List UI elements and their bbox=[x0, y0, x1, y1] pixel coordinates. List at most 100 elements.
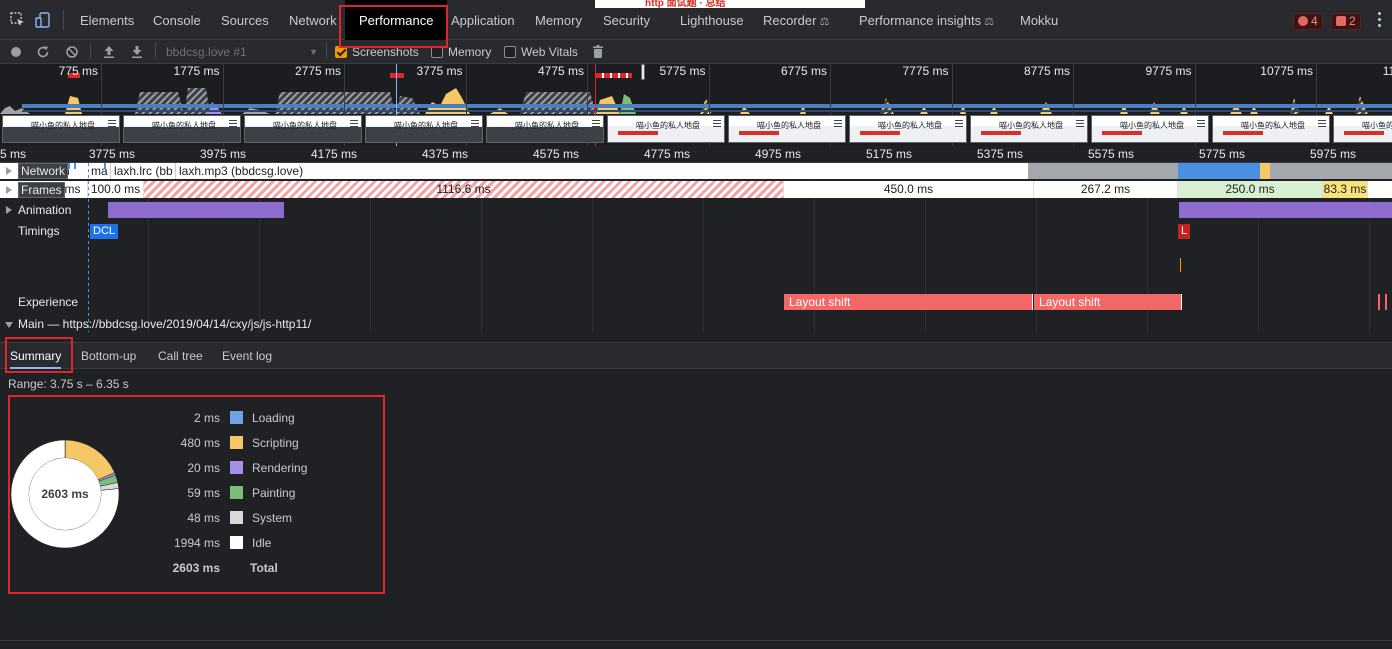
inspect-element-icon[interactable] bbox=[10, 12, 26, 28]
network-overview-strip bbox=[22, 110, 1392, 112]
tab-mokku[interactable]: Mokku bbox=[1020, 0, 1058, 40]
screenshot-thumbnail[interactable]: 喵小鱼的私人地盘 bbox=[970, 115, 1088, 143]
save-profile-icon[interactable] bbox=[130, 43, 144, 65]
screenshots-checkbox[interactable]: Screenshots bbox=[335, 45, 419, 60]
tab-memory[interactable]: Memory bbox=[535, 0, 582, 40]
issue-count: 2 bbox=[1349, 14, 1356, 28]
screenshot-thumbnail[interactable]: 喵小鱼的私人地盘 bbox=[2, 115, 120, 143]
tab-sources[interactable]: Sources bbox=[221, 0, 269, 40]
overview-tick-label: 1775 ms bbox=[173, 64, 220, 78]
error-count-badge[interactable]: 4 bbox=[1293, 13, 1323, 30]
screenshot-thumbnail[interactable]: 喵小鱼的私人地盘 bbox=[244, 115, 362, 143]
frame[interactable]: 250.0 ms bbox=[1178, 181, 1323, 198]
frames-track-header[interactable]: Frames bbox=[0, 182, 65, 198]
network-request[interactable]: laxh.lrc (bb bbox=[110, 163, 174, 179]
tab-call-tree[interactable]: Call tree bbox=[158, 343, 203, 369]
frame[interactable]: 100.0 ms bbox=[88, 181, 144, 198]
screenshot-thumbnail[interactable]: 喵小鱼的私人地盘 bbox=[849, 115, 967, 143]
summary-row-total: 2603 ms Total bbox=[160, 559, 390, 577]
frame[interactable]: 267.2 ms bbox=[1034, 181, 1178, 198]
flame-chart[interactable]: 5 ms 3775 ms 3975 ms 4175 ms 4375 ms 4575 ms 4… bbox=[0, 146, 1392, 332]
garbage-collect-icon[interactable] bbox=[591, 43, 605, 65]
load-profile-icon[interactable] bbox=[102, 43, 116, 65]
tab-bottom-up[interactable]: Bottom-up bbox=[81, 343, 136, 369]
network-track-row[interactable]: n ma laxh.lrc (bb laxh.mp3 (bbdcsg.love) bbox=[0, 163, 1392, 179]
summary-value: 48 ms bbox=[187, 511, 220, 525]
network-track-header[interactable]: Network bbox=[0, 163, 69, 179]
checkbox-icon bbox=[504, 46, 516, 58]
screenshot-thumbnail[interactable]: 喵小鱼的私人地盘 bbox=[607, 115, 725, 143]
category-swatch bbox=[230, 536, 243, 549]
network-request[interactable] bbox=[1270, 163, 1392, 179]
screenshot-thumbnail[interactable]: 喵小鱼的私人地盘 bbox=[1212, 115, 1330, 143]
menu-icon bbox=[592, 120, 600, 127]
tab-network[interactable]: Network bbox=[289, 0, 337, 40]
layout-shift-event[interactable] bbox=[1378, 294, 1380, 310]
tab-performance[interactable]: Performance bbox=[345, 0, 448, 40]
screenshot-thumbnail[interactable]: 喵小鱼的私人地盘 bbox=[728, 115, 846, 143]
summary-value: 2 ms bbox=[193, 411, 220, 425]
summary-total-label: Total bbox=[250, 561, 278, 575]
clear-icon[interactable] bbox=[65, 43, 79, 65]
load-marker[interactable]: L bbox=[1178, 224, 1191, 239]
frame-duration: 83.3 ms bbox=[1323, 182, 1367, 196]
memory-checkbox[interactable]: Memory bbox=[431, 45, 491, 60]
issue-count-badge[interactable]: 2 bbox=[1331, 13, 1361, 30]
screenshot-thumbnail[interactable]: 喵小鱼的私人地盘 bbox=[486, 115, 604, 143]
overview-tick-label: 11775 ms bbox=[1382, 64, 1392, 78]
reload-profile-icon[interactable] bbox=[36, 43, 50, 65]
network-request-label: laxh.mp3 (bbdcsg.love) bbox=[179, 164, 304, 178]
ruler-tick-label: 4975 ms bbox=[755, 147, 802, 161]
screenshot-thumbnail[interactable]: 喵小鱼的私人地盘 bbox=[123, 115, 241, 143]
network-request[interactable]: laxh.mp3 (bbdcsg.love) bbox=[175, 163, 1028, 179]
network-request[interactable] bbox=[1260, 163, 1270, 179]
main-thread-track-header[interactable]: Main — https://bbdcsg.love/2019/04/14/cx… bbox=[0, 316, 311, 332]
issue-icon bbox=[1336, 16, 1346, 26]
tab-performance-insights[interactable]: Performance insights ⚖ bbox=[859, 0, 994, 40]
frames-track-row[interactable]: ms 100.0 ms 1116.6 ms 450.0 ms 267.2 ms … bbox=[0, 181, 1392, 198]
tab-event-log[interactable]: Event log bbox=[222, 343, 272, 369]
network-request[interactable]: ma bbox=[88, 163, 110, 179]
frame-duration: 100.0 ms bbox=[90, 182, 141, 196]
network-request[interactable] bbox=[1178, 163, 1260, 179]
tab-application[interactable]: Application bbox=[451, 0, 515, 40]
summary-value: 1994 ms bbox=[173, 536, 220, 550]
menu-icon bbox=[713, 120, 721, 127]
frame-dropped[interactable]: 1116.6 ms bbox=[144, 181, 784, 198]
tab-console[interactable]: Console bbox=[153, 0, 201, 40]
screenshot-thumbnail[interactable]: 喵小鱼的私人地盘 bbox=[1333, 115, 1392, 143]
tab-summary[interactable]: Summary bbox=[10, 343, 62, 369]
layout-shift-event[interactable] bbox=[1385, 294, 1387, 310]
summary-row-system: 48 ms System bbox=[160, 509, 390, 527]
tab-performance-insights-label: Performance insights bbox=[859, 13, 982, 28]
summary-value: 480 ms bbox=[180, 436, 220, 450]
screenshot-thumbnail[interactable]: 喵小鱼的私人地盘 bbox=[1091, 115, 1209, 143]
animation-track-header[interactable]: Animation bbox=[0, 202, 71, 218]
record-icon[interactable] bbox=[9, 43, 23, 65]
recording-select[interactable]: bbdcsg.love #1 ▼ bbox=[166, 45, 318, 60]
animation-event[interactable] bbox=[1179, 202, 1392, 218]
summary-row-scripting: 480 ms Scripting bbox=[160, 434, 390, 452]
timeline-overview[interactable]: 775 ms 1775 ms 2775 ms 3775 ms 4775 ms 5775 m… bbox=[0, 64, 1392, 146]
thumbnail-title: 喵小鱼的私人地盘 bbox=[31, 121, 95, 130]
device-toolbar-icon[interactable] bbox=[35, 12, 51, 28]
layout-shift-event[interactable]: Layout shift bbox=[1034, 294, 1182, 310]
ruler-tick-label: 3975 ms bbox=[200, 147, 247, 161]
overview-tick-label: 10775 ms bbox=[1260, 64, 1313, 78]
web-vitals-checkbox[interactable]: Web Vitals bbox=[504, 45, 578, 60]
experience-track-label: Experience bbox=[18, 295, 79, 309]
tab-elements[interactable]: Elements bbox=[80, 0, 134, 40]
menu-icon bbox=[1197, 120, 1205, 127]
menu-icon bbox=[955, 120, 963, 127]
screenshot-thumbnail[interactable]: 喵小鱼的私人地盘 bbox=[365, 115, 483, 143]
frame[interactable]: 450.0 ms bbox=[784, 181, 1034, 198]
layout-shift-event[interactable]: Layout shift bbox=[784, 294, 1033, 310]
frame-partial[interactable]: 83.3 ms bbox=[1323, 181, 1368, 198]
menu-icon bbox=[1076, 120, 1084, 127]
dcl-marker[interactable]: DCL bbox=[90, 224, 119, 239]
more-options-icon[interactable] bbox=[1378, 12, 1382, 28]
web-vitals-label: Web Vitals bbox=[521, 45, 578, 59]
selected-range: Range: 3.75 s – 6.35 s bbox=[8, 377, 129, 391]
animation-event[interactable] bbox=[108, 202, 284, 218]
network-request[interactable] bbox=[1028, 163, 1178, 179]
